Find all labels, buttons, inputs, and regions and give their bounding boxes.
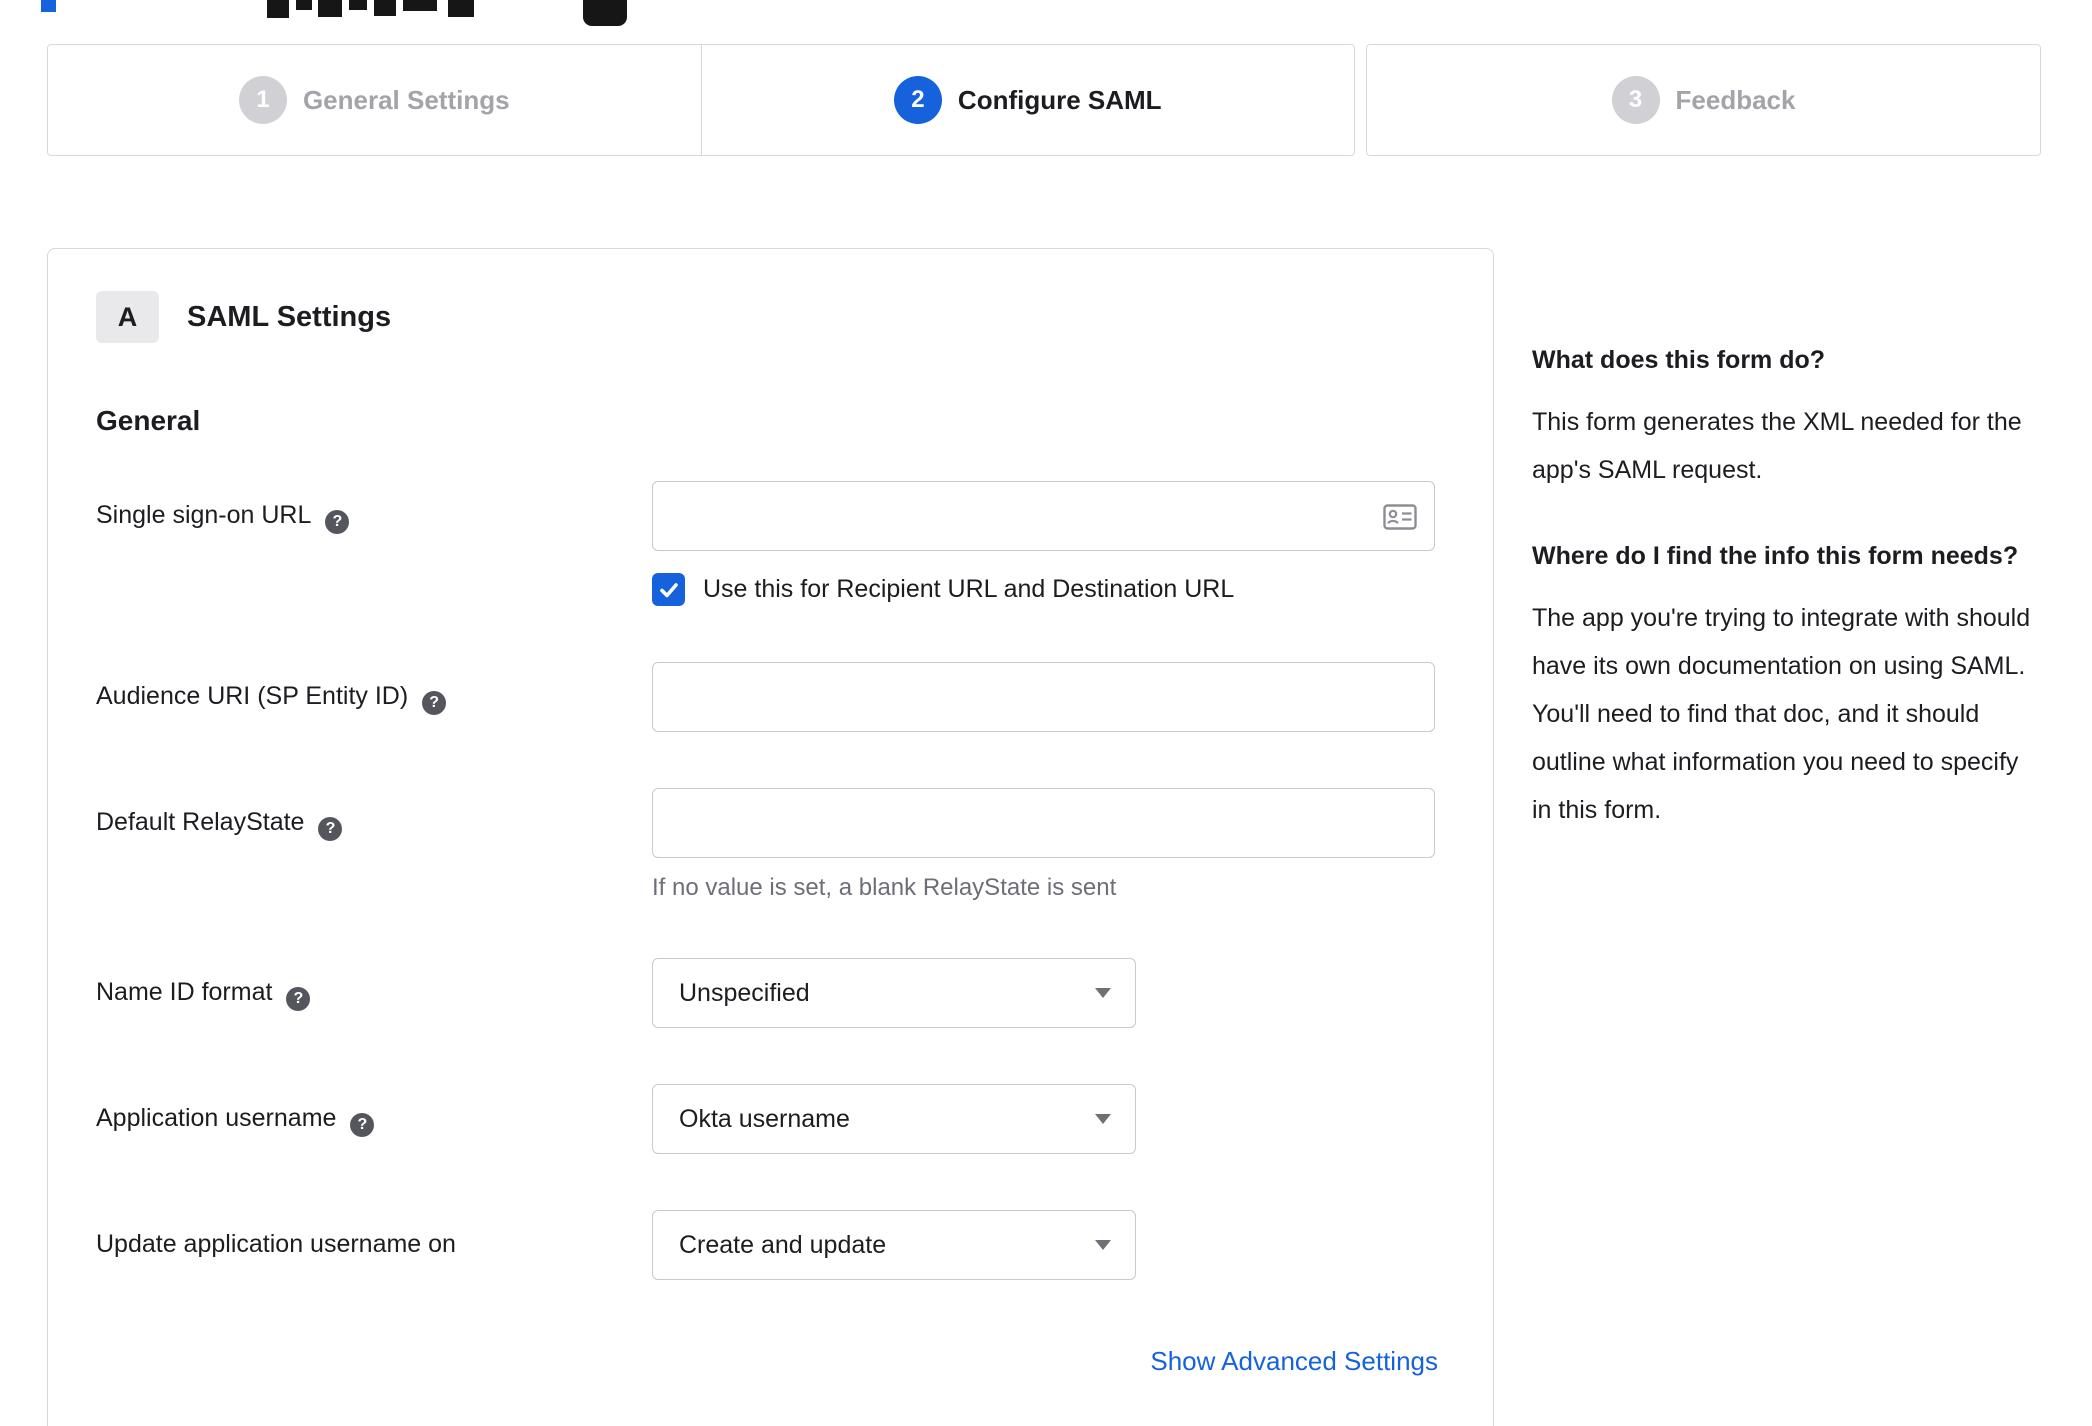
row-name-id-format: Name ID format? Unspecified xyxy=(96,958,1438,1028)
row-single-sign-on-url: Single sign-on URL? Use this for Recipie… xyxy=(96,481,1438,606)
field-control-group xyxy=(652,662,1438,732)
sidebar-answer-1: This form generates the XML needed for t… xyxy=(1532,408,2022,484)
input-wrap xyxy=(652,788,1435,858)
main-content: A SAML Settings General Single sign-on U… xyxy=(47,248,2092,1426)
update-application-username-select[interactable]: Create and update xyxy=(652,1210,1136,1280)
cropped-title-fragment xyxy=(296,0,312,10)
step-feedback[interactable]: 3 Feedback xyxy=(1367,45,2040,155)
row-default-relaystate: Default RelayState? If no value is set, … xyxy=(96,788,1438,902)
field-label-group: Single sign-on URL? xyxy=(96,481,652,606)
cropped-title-fragment xyxy=(403,0,437,11)
cropped-title-fragment xyxy=(349,0,367,10)
step-1-label: General Settings xyxy=(302,84,510,115)
help-icon[interactable]: ? xyxy=(422,691,447,715)
saml-form: Single sign-on URL? Use this for Recipie… xyxy=(96,481,1438,1280)
dropdown-caret-icon xyxy=(1095,988,1111,998)
application-username-value: Okta username xyxy=(679,1104,850,1133)
row-update-application-username: Update application username on Create an… xyxy=(96,1210,1438,1280)
row-application-username: Application username? Okta username xyxy=(96,1084,1438,1154)
step-1-indicator: 1 xyxy=(238,76,287,124)
application-username-label: Application username xyxy=(96,1104,337,1132)
field-label-group: Default RelayState? xyxy=(96,788,652,902)
application-username-select[interactable]: Okta username xyxy=(652,1084,1136,1154)
step-3-indicator: 3 xyxy=(1611,76,1660,124)
sidebar-question-1: What does this form do? xyxy=(1532,346,1826,374)
step-configure-saml[interactable]: 2 Configure SAML xyxy=(700,45,1355,155)
wizard-steps-group-right: 3 Feedback xyxy=(1366,44,2041,156)
field-control-group: Use this for Recipient URL and Destinati… xyxy=(652,481,1438,606)
default-relaystate-label: Default RelayState xyxy=(96,808,305,836)
step-2-label: Configure SAML xyxy=(957,84,1162,115)
help-icon[interactable]: ? xyxy=(318,817,343,841)
cropped-title-fragment xyxy=(374,0,396,16)
cropped-header xyxy=(0,0,2092,28)
default-relaystate-input[interactable] xyxy=(652,788,1435,858)
use-for-recipient-checkbox[interactable] xyxy=(652,573,685,606)
single-sign-on-url-label: Single sign-on URL xyxy=(96,501,312,529)
wizard-steps-group-left: 1 General Settings 2 Configure SAML xyxy=(47,44,1355,156)
dropdown-caret-icon xyxy=(1095,1240,1111,1250)
relaystate-helper-text: If no value is set, a blank RelayState i… xyxy=(652,874,1117,901)
field-label-group: Audience URI (SP Entity ID)? xyxy=(96,662,652,732)
name-id-format-label: Name ID format xyxy=(96,978,273,1006)
field-control-group: Okta username xyxy=(652,1084,1438,1154)
field-control-group: If no value is set, a blank RelayState i… xyxy=(652,788,1438,902)
input-wrap xyxy=(652,662,1435,732)
cropped-app-icon-fragment xyxy=(583,0,627,26)
section-badge: A xyxy=(96,291,159,343)
help-icon[interactable]: ? xyxy=(286,987,311,1011)
recipient-url-checkbox-row: Use this for Recipient URL and Destinati… xyxy=(652,573,1438,606)
audience-uri-label: Audience URI (SP Entity ID) xyxy=(96,682,409,710)
name-id-format-select[interactable]: Unspecified xyxy=(652,958,1136,1028)
section-title: SAML Settings xyxy=(187,300,392,333)
dropdown-caret-icon xyxy=(1095,1114,1111,1124)
group-title: General xyxy=(96,405,201,436)
name-id-format-value: Unspecified xyxy=(679,978,810,1007)
help-sidebar: What does this form do? This form genera… xyxy=(1532,248,2044,878)
page: 1 General Settings 2 Configure SAML 3 Fe… xyxy=(0,0,2092,1426)
advanced-settings-row: Show Advanced Settings xyxy=(96,1346,1438,1377)
cropped-title-fragment xyxy=(267,0,289,18)
field-control-group: Create and update xyxy=(652,1210,1438,1280)
field-label-group: Name ID format? xyxy=(96,958,652,1028)
step-2-indicator: 2 xyxy=(893,76,942,124)
card-header: A SAML Settings xyxy=(96,291,1437,343)
audience-uri-input[interactable] xyxy=(652,662,1435,732)
saml-settings-card: A SAML Settings General Single sign-on U… xyxy=(47,248,1494,1426)
sidebar-answer-2: The app you're trying to integrate with … xyxy=(1532,604,2031,824)
sidebar-question-2: Where do I find the info this form needs… xyxy=(1532,542,2019,570)
single-sign-on-url-input[interactable] xyxy=(652,481,1435,551)
cropped-logo-fragment xyxy=(41,0,56,12)
field-control-group: Unspecified xyxy=(652,958,1438,1028)
cropped-title-fragment xyxy=(448,0,474,17)
help-icon[interactable]: ? xyxy=(325,510,350,534)
contact-card-icon[interactable] xyxy=(1383,504,1417,535)
input-wrap xyxy=(652,481,1435,551)
use-for-recipient-checkbox-label: Use this for Recipient URL and Destinati… xyxy=(703,575,1235,603)
update-application-username-label: Update application username on xyxy=(96,1230,456,1258)
help-icon[interactable]: ? xyxy=(350,1113,375,1137)
cropped-title-fragment xyxy=(318,0,342,17)
wizard-steps: 1 General Settings 2 Configure SAML 3 Fe… xyxy=(47,44,2041,156)
row-audience-uri: Audience URI (SP Entity ID)? xyxy=(96,662,1438,732)
step-3-label: Feedback xyxy=(1675,84,1796,115)
field-label-group: Update application username on xyxy=(96,1210,652,1280)
show-advanced-settings-link[interactable]: Show Advanced Settings xyxy=(1150,1346,1438,1376)
update-application-username-value: Create and update xyxy=(679,1230,887,1259)
step-general-settings[interactable]: 1 General Settings xyxy=(48,45,701,155)
field-label-group: Application username? xyxy=(96,1084,652,1154)
